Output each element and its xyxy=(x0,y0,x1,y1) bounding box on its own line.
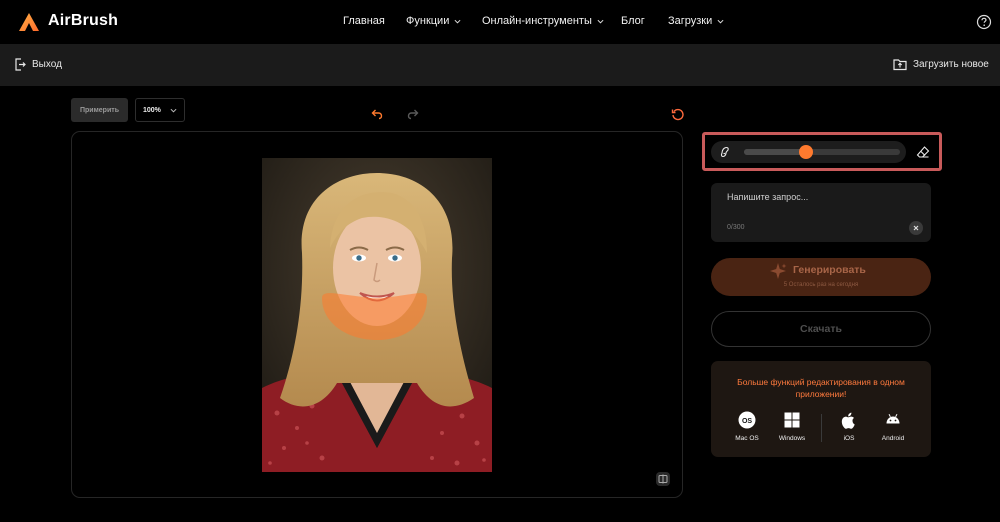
zoom-value: 100% xyxy=(143,106,161,114)
help-icon[interactable] xyxy=(976,14,992,30)
chevron-down-icon xyxy=(170,108,177,113)
nav-home[interactable]: Главная xyxy=(343,15,385,27)
nav-blog[interactable]: Блог xyxy=(621,15,645,27)
download-button[interactable]: Скачать xyxy=(711,311,931,347)
brush-tool-highlight xyxy=(702,132,942,171)
nav-features[interactable]: Функции xyxy=(406,15,461,27)
upload-new-button[interactable]: Загрузить новое xyxy=(893,58,989,71)
undo-icon[interactable] xyxy=(371,108,383,120)
editor-subbar xyxy=(0,44,1000,86)
compare-icon[interactable] xyxy=(655,471,671,487)
portrait-photo[interactable] xyxy=(262,158,492,472)
platform-macos-label: Mac OS xyxy=(735,435,759,442)
nav-features-label: Функции xyxy=(406,15,450,27)
chevron-down-icon xyxy=(717,19,724,24)
windows-icon xyxy=(784,412,800,428)
upload-new-label: Загрузить новое xyxy=(913,59,989,70)
chevron-down-icon xyxy=(597,19,604,24)
sparkle-icon xyxy=(770,263,787,279)
nav-downloads-label: Загрузки xyxy=(668,15,713,27)
clear-prompt-button[interactable] xyxy=(909,221,923,235)
platform-windows-label: Windows xyxy=(778,435,806,442)
generate-credits-note: 5 Осталось раз на сегодня xyxy=(783,282,859,288)
svg-text:OS: OS xyxy=(742,418,752,425)
chevron-down-icon xyxy=(454,19,461,24)
macos-icon: OS xyxy=(738,411,756,429)
prompt-placeholder: Напишите запрос... xyxy=(727,192,809,202)
nav-online-tools-label: Онлайн-инструменты xyxy=(482,15,592,27)
close-icon xyxy=(913,225,919,231)
reset-icon[interactable] xyxy=(671,108,684,121)
platform-windows[interactable]: Windows xyxy=(769,411,815,442)
zoom-select[interactable]: 100% xyxy=(135,98,185,122)
exit-icon xyxy=(15,58,26,71)
platform-android[interactable]: Android xyxy=(870,411,916,442)
generate-label: Генерировать xyxy=(793,264,866,276)
redo-icon[interactable] xyxy=(407,108,419,120)
nav-downloads[interactable]: Загрузки xyxy=(668,15,724,27)
promo-text: Больше функций редактирования в одном пр… xyxy=(737,377,905,399)
platform-ios-label: iOS xyxy=(843,435,855,442)
try-on-button[interactable]: Примерить xyxy=(71,98,128,122)
airbrush-logo-icon xyxy=(19,13,39,31)
android-icon xyxy=(886,413,900,424)
platform-divider xyxy=(821,414,822,442)
folder-upload-icon xyxy=(893,59,907,71)
nav-online-tools[interactable]: Онлайн-инструменты xyxy=(482,15,604,27)
prompt-char-counter: 0/300 xyxy=(727,224,745,231)
nav-blog-label: Блог xyxy=(621,15,645,27)
nav-home-label: Главная xyxy=(343,15,385,27)
brand-name[interactable]: AirBrush xyxy=(48,12,118,30)
platform-android-label: Android xyxy=(881,435,905,442)
exit-button[interactable]: Выход xyxy=(14,58,62,71)
platform-macos[interactable]: OS Mac OS xyxy=(724,411,770,442)
apple-icon xyxy=(841,412,855,429)
platform-ios[interactable]: iOS xyxy=(826,411,872,442)
exit-label: Выход xyxy=(32,59,62,70)
